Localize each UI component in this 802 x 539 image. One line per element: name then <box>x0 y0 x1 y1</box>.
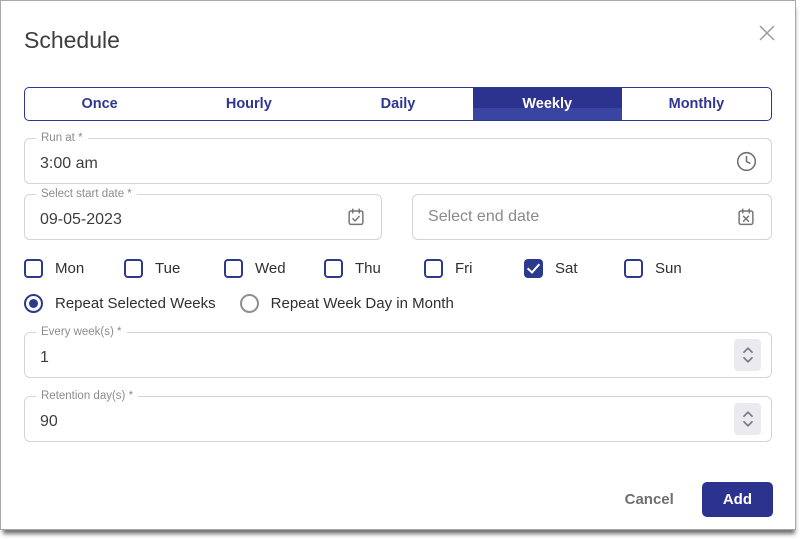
retention-days-field[interactable]: Retention day(s) * 90 <box>24 396 772 442</box>
tab-once[interactable]: Once <box>25 88 174 120</box>
retention-days-label: Retention day(s) * <box>36 389 138 404</box>
every-weeks-stepper-icon[interactable] <box>734 339 761 371</box>
tab-hourly[interactable]: Hourly <box>174 88 323 120</box>
tab-monthly[interactable]: Monthly <box>622 88 771 120</box>
start-date-value: 09-05-2023 <box>40 211 122 229</box>
repeat-mode-radio-group: Repeat Selected Weeks Repeat Week Day in… <box>24 294 772 313</box>
checkbox-wed[interactable] <box>224 259 243 278</box>
retention-days-value: 90 <box>40 413 58 431</box>
weekday-tue[interactable]: Tue <box>124 259 224 278</box>
end-date-field[interactable]: Select end date <box>412 194 772 240</box>
every-weeks-value: 1 <box>40 349 49 367</box>
weekday-sat[interactable]: Sat <box>524 259 624 278</box>
checkbox-mon[interactable] <box>24 259 43 278</box>
weekday-mon[interactable]: Mon <box>24 259 124 278</box>
run-at-value: 3:00 am <box>40 155 98 173</box>
run-at-field[interactable]: Run at * 3:00 am <box>24 138 772 184</box>
checkbox-tue[interactable] <box>124 259 143 278</box>
every-weeks-label: Every week(s) * <box>36 325 127 340</box>
schedule-frequency-tabs: Once Hourly Daily Weekly Monthly <box>24 87 772 121</box>
weekday-thu[interactable]: Thu <box>324 259 424 278</box>
dialog-footer: Cancel Add <box>625 482 773 517</box>
radio-unselected-icon[interactable] <box>240 294 259 313</box>
checkbox-sat-checked[interactable] <box>524 259 543 278</box>
add-button[interactable]: Add <box>702 482 773 517</box>
retention-days-stepper-icon[interactable] <box>734 403 761 435</box>
every-weeks-field[interactable]: Every week(s) * 1 <box>24 332 772 378</box>
cancel-button[interactable]: Cancel <box>625 491 674 508</box>
start-date-label: Select start date * <box>36 187 137 202</box>
repeat-week-day-in-month-option[interactable]: Repeat Week Day in Month <box>240 294 454 313</box>
checkbox-sun[interactable] <box>624 259 643 278</box>
calendar-x-icon[interactable] <box>734 205 758 229</box>
checkbox-thu[interactable] <box>324 259 343 278</box>
weekday-checkbox-row: Mon Tue Wed Thu Fri Sat <box>24 257 772 279</box>
radio-selected-icon[interactable] <box>24 294 43 313</box>
repeat-selected-weeks-option[interactable]: Repeat Selected Weeks <box>24 294 216 313</box>
weekday-sun[interactable]: Sun <box>624 259 724 278</box>
close-icon[interactable] <box>758 24 776 42</box>
start-date-field[interactable]: Select start date * 09-05-2023 <box>24 194 382 240</box>
weekday-wed[interactable]: Wed <box>224 259 324 278</box>
checkbox-fri[interactable] <box>424 259 443 278</box>
dialog-title: Schedule <box>24 27 772 54</box>
tab-daily[interactable]: Daily <box>323 88 472 120</box>
run-at-label: Run at * <box>36 131 88 146</box>
calendar-check-icon[interactable] <box>344 205 368 229</box>
weekday-fri[interactable]: Fri <box>424 259 524 278</box>
end-date-placeholder: Select end date <box>428 208 539 226</box>
tab-weekly[interactable]: Weekly <box>473 88 622 120</box>
clock-icon[interactable] <box>734 149 758 173</box>
schedule-dialog: Schedule Once Hourly Daily Weekly Monthl… <box>0 0 796 530</box>
